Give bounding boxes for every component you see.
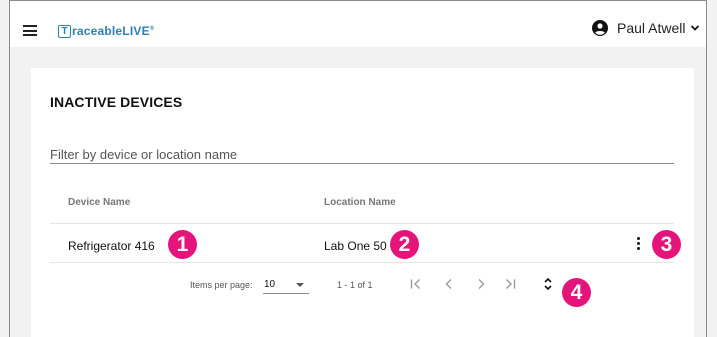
device-name-cell: Refrigerator 416 [68,239,155,253]
header-divider [50,223,674,224]
callout-badge-3: 3 [652,230,681,259]
filter-field [50,146,674,164]
column-header-device-name[interactable]: Device Name [68,197,130,208]
logo-text: raceableLIVE® [72,24,155,38]
last-page-icon[interactable] [501,275,519,293]
chevron-left-icon[interactable] [440,275,458,293]
page-range-label: 1 - 1 of 1 [337,280,373,290]
first-page-icon[interactable] [407,275,425,293]
column-header-location-name[interactable]: Location Name [324,197,396,208]
items-per-page-label: Items per page: [190,280,253,290]
page-title: INACTIVE DEVICES [50,94,183,110]
user-menu-button[interactable]: Paul Atwell [592,18,700,38]
more-vert-icon[interactable] [635,237,641,251]
logo-mark: T [58,24,71,38]
dropdown-arrow-icon [296,283,304,287]
callout-badge-2: 2 [390,230,419,259]
callout-badge-1: 1 [168,230,197,259]
menu-icon[interactable] [23,25,37,36]
chevron-right-icon[interactable] [472,275,490,293]
items-per-page-value: 10 [264,279,276,290]
unfold-icon[interactable] [543,276,553,292]
user-account-icon [592,20,608,36]
location-name-cell: Lab One 50 [324,239,387,253]
top-app-bar: T raceableLIVE® Paul Atwell [9,0,707,47]
row-divider [50,262,674,263]
inactive-devices-card: INACTIVE DEVICES Device Name Location Na… [31,68,694,337]
filter-input[interactable] [50,146,674,163]
items-per-page-select[interactable]: 10 [263,273,309,294]
user-name: Paul Atwell [617,20,686,36]
chevron-down-icon [691,25,700,31]
logo[interactable]: T raceableLIVE® [58,24,154,38]
callout-badge-4: 4 [562,278,591,307]
